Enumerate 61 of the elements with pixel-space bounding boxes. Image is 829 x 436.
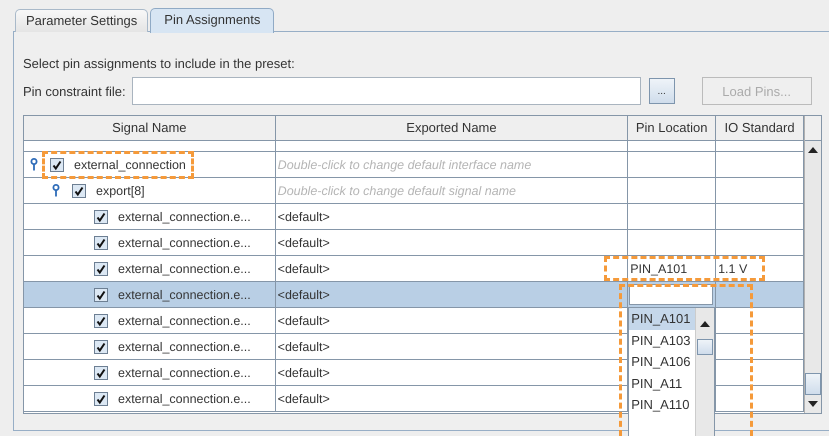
- exported-name: <default>: [276, 204, 628, 229]
- signal-name: export[8]: [96, 184, 145, 198]
- table-cell[interactable]: external_connection.e...: [24, 334, 276, 359]
- pin-icon[interactable]: [52, 184, 60, 197]
- scrollbar[interactable]: [695, 308, 714, 436]
- checkbox[interactable]: [94, 366, 108, 380]
- checkbox[interactable]: [94, 262, 108, 276]
- dropdown-option[interactable]: PIN_A106: [629, 351, 696, 372]
- pin-icon[interactable]: [30, 158, 38, 171]
- table-cell[interactable]: external_connection.e...: [24, 204, 276, 229]
- field-label: Pin constraint file:: [23, 84, 126, 98]
- pin-location: PIN_A101: [629, 262, 688, 276]
- tab[interactable]: Pin Assignments: [150, 8, 274, 33]
- scrollbar-thumb[interactable]: [805, 373, 821, 395]
- table-cell[interactable]: external_connection.e...: [24, 386, 276, 411]
- instruction-text: Select pin assignments to include in the preset:: [23, 56, 296, 73]
- pin-constraint-file-field[interactable]: [132, 77, 641, 105]
- column-header[interactable]: Exported Name: [276, 116, 628, 140]
- checkbox[interactable]: [94, 392, 108, 406]
- dropdown-option[interactable]: PIN_A103: [629, 330, 696, 351]
- scrollbar[interactable]: [804, 116, 821, 413]
- browse-button[interactable]: ...: [648, 78, 675, 104]
- scroll-up-icon[interactable]: [808, 147, 818, 153]
- table-cell[interactable]: external_connection.e...: [24, 256, 276, 281]
- checkbox[interactable]: [94, 314, 108, 328]
- dropdown-option[interactable]: PIN_A110: [629, 394, 696, 416]
- table-cell[interactable]: external_connection.e...: [24, 308, 276, 333]
- signal-name: external_connection.e...: [118, 314, 251, 328]
- signal-name: external_connection.e...: [118, 288, 251, 302]
- signal-name: external_connection: [74, 158, 186, 172]
- checkbox[interactable]: [94, 340, 108, 354]
- scroll-up-icon[interactable]: [700, 321, 710, 327]
- exported-name: <default>: [276, 256, 628, 281]
- table-cell[interactable]: export[8]: [24, 178, 276, 203]
- signal-name: external_connection.e...: [118, 366, 251, 380]
- column-header[interactable]: Signal Name: [24, 116, 276, 140]
- dropdown-option[interactable]: PIN_A101: [629, 308, 696, 330]
- table-cell[interactable]: external_connection.e...: [24, 230, 276, 255]
- table-cell[interactable]: external_connection.e...: [24, 360, 276, 385]
- scrollbar-thumb[interactable]: [697, 339, 714, 355]
- signal-name: external_connection.e...: [118, 392, 251, 406]
- table-cell[interactable]: external_connection: [24, 152, 276, 177]
- signal-name: external_connection.e...: [118, 340, 251, 354]
- io-standard: 1.1 V: [717, 262, 748, 276]
- column-header[interactable]: Pin Location: [628, 116, 716, 140]
- dropdown-option[interactable]: PIN_A11: [629, 372, 696, 394]
- checkbox[interactable]: [50, 158, 64, 172]
- hint-text: Double-click to change default signal name: [276, 178, 628, 203]
- checkbox[interactable]: [72, 184, 86, 198]
- signal-name: external_connection.e...: [118, 236, 251, 250]
- tab[interactable]: Parameter Settings: [15, 9, 148, 32]
- signal-name: external_connection.e...: [118, 210, 251, 224]
- signal-name: external_connection.e...: [118, 262, 251, 276]
- scroll-down-icon[interactable]: [808, 401, 818, 407]
- checkbox[interactable]: [94, 288, 108, 302]
- exported-name: <default>: [276, 282, 628, 307]
- checkbox[interactable]: [94, 236, 108, 250]
- hint-text: Double-click to change default interface name: [276, 152, 628, 177]
- checkbox[interactable]: [94, 210, 108, 224]
- table-cell[interactable]: external_connection.e...: [24, 282, 276, 307]
- exported-name: <default>: [276, 230, 628, 255]
